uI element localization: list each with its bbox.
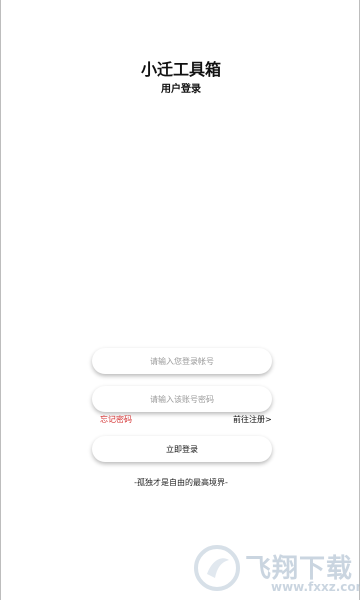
account-input[interactable] xyxy=(92,348,272,374)
watermark-logo-icon xyxy=(194,545,240,591)
forgot-password-link[interactable]: 忘记密码 xyxy=(100,414,132,425)
watermark-url: www.fxxz.com xyxy=(271,580,360,594)
login-button[interactable]: 立即登录 xyxy=(92,436,272,462)
page-subtitle: 用户登录 xyxy=(161,84,201,95)
login-screen: 小迁工具箱 用户登录 忘记密码 前往注册> 立即登录 -孤独才是自由的最高境界-… xyxy=(0,0,360,600)
register-link[interactable]: 前往注册> xyxy=(233,414,272,425)
motto-text: -孤独才是自由的最高境界- xyxy=(134,478,228,487)
password-input[interactable] xyxy=(92,386,272,412)
watermark: 飞翔下载 www.fxxz.com xyxy=(193,540,360,596)
app-title: 小迁工具箱 xyxy=(140,60,221,79)
